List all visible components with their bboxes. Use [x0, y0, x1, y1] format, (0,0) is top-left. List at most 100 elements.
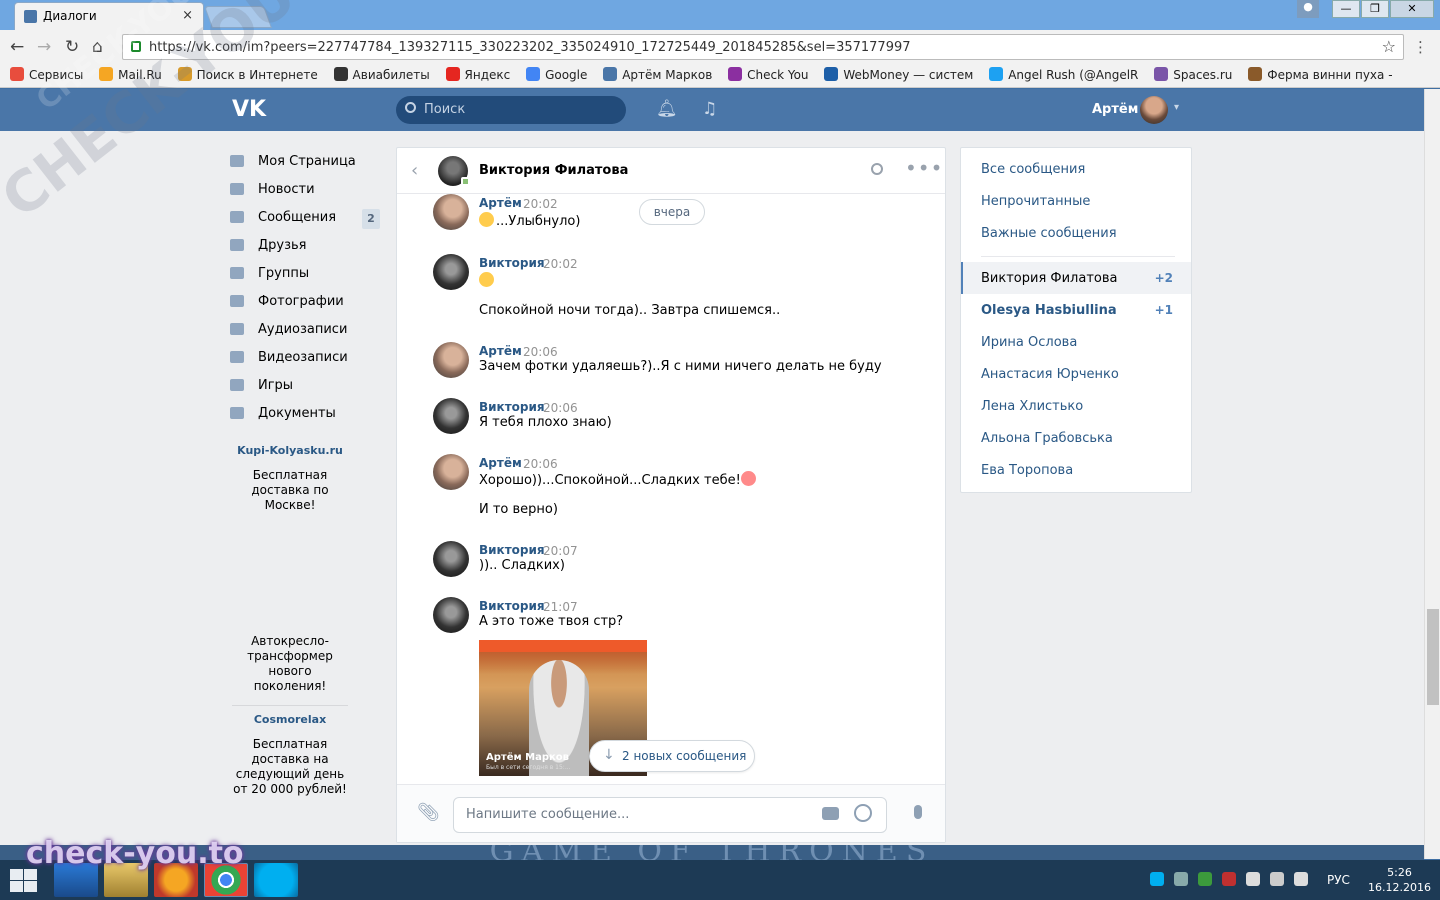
- contact-item[interactable]: Анастасия Юрченко: [981, 367, 1173, 382]
- browser-tab-dialogs[interactable]: Диалоги ×: [14, 2, 204, 30]
- nav-item-groups[interactable]: Группы: [230, 259, 380, 287]
- network-icon[interactable]: [1270, 872, 1284, 886]
- ad-block[interactable]: Kupi-Kolyasku.ru Бесплатная доставка по …: [232, 443, 348, 513]
- message-author[interactable]: Виктория: [479, 256, 545, 270]
- avatar[interactable]: [433, 454, 469, 490]
- nav-item-photos[interactable]: Фотографии: [230, 287, 380, 315]
- new-messages-button[interactable]: ↓ 2 новых сообщения: [589, 740, 755, 772]
- message-history[interactable]: Артём 20:02 ...Улыбнуло) вчера Виктория …: [397, 194, 945, 784]
- contact-item[interactable]: Ирина Ослова: [981, 335, 1173, 350]
- back-arrow-icon[interactable]: ←: [10, 37, 24, 57]
- windows-start-icon[interactable]: [8, 867, 38, 893]
- bookmark-item[interactable]: Mail.Ru: [99, 67, 162, 82]
- vk-logo[interactable]: VK: [232, 97, 266, 122]
- forward-arrow-icon[interactable]: →: [37, 37, 51, 57]
- nav-item-video[interactable]: Видеозаписи: [230, 343, 380, 371]
- steam-icon[interactable]: [1174, 872, 1188, 886]
- avatar[interactable]: [433, 342, 469, 378]
- close-window-button[interactable]: ✕: [1390, 0, 1434, 18]
- new-tab-button[interactable]: [203, 6, 273, 28]
- bookmark-item[interactable]: Ферма винни пуха -: [1248, 67, 1393, 82]
- header-user-name[interactable]: Артём: [1092, 102, 1138, 117]
- message-author[interactable]: Артём: [479, 196, 522, 210]
- more-options-icon[interactable]: •••: [905, 156, 943, 180]
- header-avatar[interactable]: [1140, 96, 1168, 124]
- nav-item-documents[interactable]: Документы: [230, 399, 380, 427]
- bookmark-item[interactable]: WebMoney — систем: [824, 67, 973, 82]
- nav-item-audio[interactable]: Аудиозаписи: [230, 315, 380, 343]
- contact-item[interactable]: Лена Хлистько: [981, 399, 1173, 414]
- vk-favicon-icon: [24, 10, 37, 23]
- filter-unread[interactable]: Непрочитанные: [981, 194, 1090, 209]
- tab-close-icon[interactable]: ×: [182, 8, 193, 23]
- bookmark-item[interactable]: Check You: [728, 67, 809, 82]
- bookmark-item[interactable]: Артём Марков: [603, 67, 712, 82]
- message-author[interactable]: Артём: [479, 456, 522, 470]
- skype-tray-icon[interactable]: [1150, 872, 1164, 886]
- bell-icon[interactable]: 🔔︎: [656, 99, 678, 119]
- message-author[interactable]: Виктория: [479, 400, 545, 414]
- filter-all-messages[interactable]: Все сообщения: [981, 162, 1085, 177]
- contact-item[interactable]: Olesya Hasbiullina +1: [981, 303, 1173, 318]
- bookmark-item[interactable]: Angel Rush (@AngelR: [989, 67, 1138, 82]
- search-icon[interactable]: [871, 163, 883, 175]
- bookmark-item[interactable]: Spaces.ru: [1154, 67, 1232, 82]
- microphone-icon[interactable]: [914, 805, 922, 819]
- language-indicator[interactable]: РУС: [1327, 873, 1350, 887]
- minimize-button[interactable]: —: [1332, 0, 1360, 18]
- peer-avatar[interactable]: [438, 156, 470, 186]
- music-note-icon[interactable]: ♫: [702, 99, 717, 119]
- taskbar-clock[interactable]: 5:26 16.12.2016: [1368, 865, 1431, 895]
- smile-icon[interactable]: [854, 804, 872, 822]
- internet-explorer-icon[interactable]: [54, 863, 98, 897]
- bookmark-item[interactable]: Google: [526, 67, 587, 82]
- skype-icon[interactable]: [254, 863, 298, 897]
- nav-item-friends[interactable]: Друзья: [230, 231, 380, 259]
- chrome-icon[interactable]: [204, 863, 248, 897]
- chevron-left-icon[interactable]: ‹: [411, 160, 418, 181]
- nav-item-messages[interactable]: Сообщения 2: [230, 203, 380, 231]
- scrollbar-thumb[interactable]: [1427, 609, 1439, 705]
- firefox-icon[interactable]: [154, 863, 198, 897]
- filter-important[interactable]: Важные сообщения: [981, 226, 1117, 241]
- ad-block[interactable]: Cosmorelax Бесплатная доставка на следую…: [232, 712, 348, 797]
- message-author[interactable]: Виктория: [479, 599, 545, 613]
- ad-text: Бесплатная доставка на следующий день от…: [233, 737, 347, 796]
- paperclip-icon[interactable]: 📎︎: [417, 802, 440, 823]
- bookmark-item[interactable]: Авиабилеты: [333, 67, 430, 82]
- tray-app-icon[interactable]: [1222, 872, 1236, 886]
- browser-menu-icon[interactable]: ⋮: [1413, 38, 1428, 56]
- flag-icon[interactable]: [1246, 872, 1260, 886]
- ad-block[interactable]: Автокресло-трансформер нового поколения!: [232, 634, 348, 694]
- contact-item[interactable]: Виктория Филатова +2: [981, 271, 1173, 286]
- volume-icon[interactable]: [1294, 872, 1308, 886]
- avatar[interactable]: [433, 254, 469, 290]
- avatar[interactable]: [433, 194, 469, 230]
- contact-item[interactable]: Альона Грабовська: [981, 431, 1173, 446]
- avatar[interactable]: [433, 541, 469, 577]
- chevron-down-icon[interactable]: ▾: [1174, 102, 1179, 113]
- bookmark-star-icon[interactable]: ☆: [1382, 37, 1396, 56]
- message-author[interactable]: Виктория: [479, 543, 545, 557]
- avatar[interactable]: [433, 398, 469, 434]
- avatar[interactable]: [433, 597, 469, 633]
- message-author[interactable]: Артём: [479, 344, 522, 358]
- peer-name[interactable]: Виктория Филатова: [479, 163, 628, 178]
- camera-icon[interactable]: [822, 807, 839, 820]
- nav-item-news[interactable]: Новости: [230, 175, 380, 203]
- address-bar[interactable]: https://vk.com/im?peers=227747784_139327…: [122, 34, 1404, 60]
- utorrent-icon[interactable]: [1198, 872, 1212, 886]
- nav-item-my-page[interactable]: Моя Страница: [230, 147, 380, 175]
- bookmark-item[interactable]: Яндекс: [445, 67, 510, 82]
- search-input[interactable]: Поиск: [396, 96, 626, 124]
- page-scrollbar[interactable]: [1424, 89, 1440, 859]
- bookmark-item[interactable]: Поиск в Интернете: [177, 67, 318, 82]
- profile-icon[interactable]: ●: [1297, 0, 1319, 18]
- bookmark-item[interactable]: Сервисы: [10, 67, 83, 82]
- nav-item-games[interactable]: Игры: [230, 371, 380, 399]
- home-icon[interactable]: ⌂: [92, 37, 103, 57]
- maximize-button[interactable]: ❐: [1361, 0, 1389, 18]
- contact-item[interactable]: Ева Торопова: [981, 463, 1173, 478]
- file-explorer-icon[interactable]: [104, 863, 148, 897]
- reload-icon[interactable]: ↻: [65, 37, 79, 57]
